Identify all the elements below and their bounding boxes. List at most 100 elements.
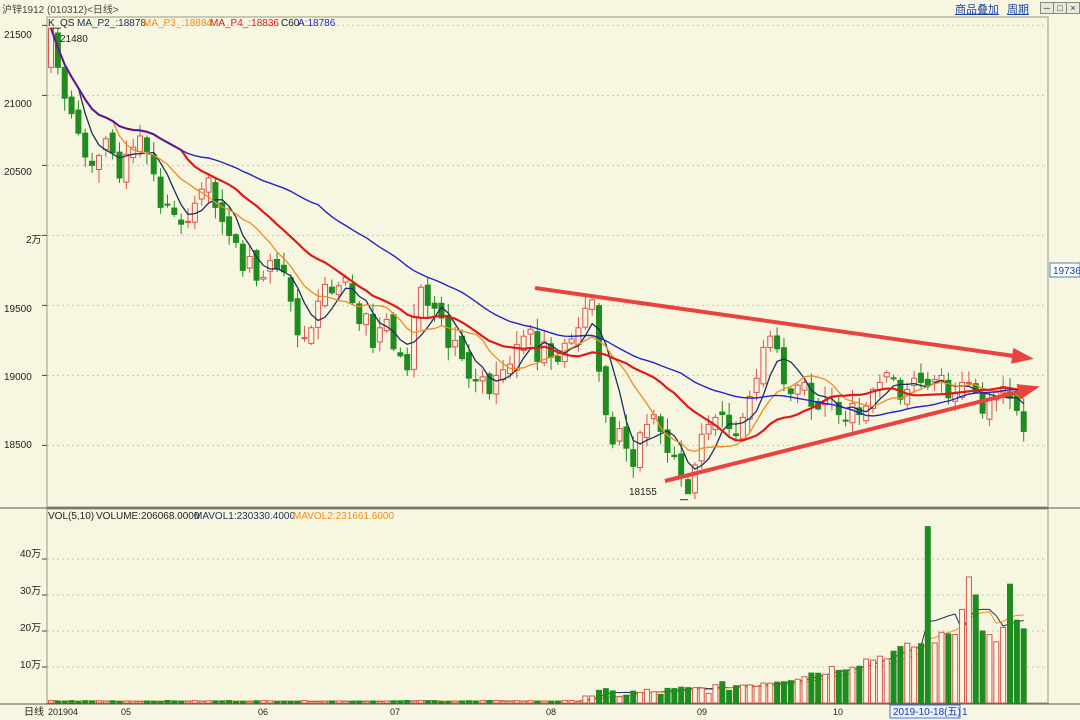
volume-bar	[917, 643, 924, 704]
volume-bar	[808, 672, 815, 704]
volume-bar	[479, 700, 486, 704]
volume-bar	[178, 700, 185, 704]
candle-body	[150, 154, 157, 175]
volume-bar	[95, 700, 102, 704]
volume-bar	[301, 699, 308, 704]
volume-bar	[534, 700, 541, 704]
volume-bar	[287, 700, 294, 704]
volume-bar	[116, 700, 123, 704]
volume-bar	[123, 700, 130, 704]
legend-k: K	[48, 18, 55, 29]
volume-bar	[541, 700, 548, 704]
volume-bar	[568, 700, 575, 704]
volume-bar	[260, 700, 267, 704]
candle-body	[226, 216, 233, 236]
candle-body	[164, 203, 171, 206]
candle-body	[726, 414, 733, 430]
volume-bar	[431, 700, 438, 704]
candle-body	[445, 314, 452, 348]
volume-bar	[54, 700, 61, 704]
volume-bar	[911, 646, 918, 704]
candle-body	[322, 283, 328, 307]
volume-bar	[164, 700, 171, 704]
volume-bar	[794, 678, 801, 704]
volume-bar	[733, 685, 739, 704]
candle-body	[260, 276, 267, 280]
volume-bar	[527, 700, 534, 704]
volume-bar	[89, 700, 96, 704]
volume-bar	[274, 701, 281, 704]
candle-body	[582, 307, 589, 328]
volume-bar	[308, 701, 315, 704]
vol-tick-30: 30万	[20, 586, 41, 597]
volume-bar	[993, 641, 1000, 704]
legend-c60: C60	[281, 18, 300, 29]
candle-body	[472, 379, 479, 382]
price-tick-20500: 20500	[4, 167, 32, 178]
volume-bar	[883, 658, 890, 704]
volume-bar	[746, 684, 753, 704]
candle-body	[780, 347, 787, 385]
candle-body	[287, 277, 294, 302]
volume-bar	[1020, 628, 1027, 704]
volume-bar	[411, 700, 418, 704]
candle-body	[794, 384, 801, 395]
volume-bar	[548, 700, 555, 704]
candle-body	[849, 402, 856, 424]
volume-bar	[643, 688, 650, 704]
volume-bar	[828, 665, 835, 704]
volume-bar	[472, 700, 479, 704]
volume-bar	[143, 700, 150, 704]
volume-bar	[561, 700, 568, 704]
candle-body	[678, 453, 685, 479]
volume-bar	[102, 700, 109, 704]
candle-body	[376, 327, 383, 343]
candle-body	[274, 258, 281, 270]
candle-body	[137, 135, 144, 153]
volume-bar	[383, 700, 390, 704]
candle-body	[965, 381, 972, 384]
candle-body	[294, 298, 301, 336]
candle-body	[315, 300, 322, 328]
volume-bar	[815, 672, 822, 704]
candle-body	[397, 352, 404, 357]
volume-bar	[698, 687, 705, 704]
candle-body	[493, 374, 500, 395]
candle-body	[205, 177, 212, 193]
volume-bar	[280, 701, 287, 704]
volume-bar	[938, 631, 945, 704]
candle-body	[924, 378, 931, 386]
volume-bar	[205, 700, 212, 704]
volume-bar	[739, 684, 746, 704]
price-tick-20000: 2万	[26, 235, 42, 246]
candle-body	[246, 255, 253, 269]
candle-body	[75, 109, 82, 134]
candle-body	[719, 411, 726, 416]
candle-body	[801, 381, 808, 391]
candle-body	[178, 219, 185, 225]
volume-bar	[267, 700, 274, 704]
candle-body	[931, 379, 938, 383]
volume-bar	[596, 689, 602, 704]
candle-body	[157, 176, 164, 208]
price-tick-19000: 19000	[4, 372, 32, 383]
price-tick-19500: 19500	[4, 304, 32, 315]
vol-tick-40: 40万	[20, 549, 41, 560]
candle-body	[232, 234, 239, 243]
candle-body	[760, 346, 767, 385]
volume-bar	[609, 690, 616, 704]
candle-body	[89, 160, 96, 166]
kline-chart[interactable]: K QS MA_P2_:18878 MA_P3_:18884 MA_P4_:18…	[0, 0, 1080, 720]
candle-body	[774, 335, 781, 350]
candle-body	[685, 479, 692, 495]
volume-bar	[465, 700, 472, 704]
low-price-label: 18155	[629, 487, 657, 498]
candle-body	[363, 313, 370, 326]
volume-bar	[780, 681, 787, 704]
month-201904: 201904	[48, 707, 78, 717]
candle-body	[630, 449, 637, 467]
candle-body	[116, 151, 123, 179]
vol-legend-mavol2: MAVOL2:231661.6000	[293, 511, 394, 522]
volume-bar	[972, 594, 979, 704]
chart-window: 沪锌1912 (010312)<日线> 商品叠加 周期 ─ □ × K QS M…	[0, 0, 1080, 720]
